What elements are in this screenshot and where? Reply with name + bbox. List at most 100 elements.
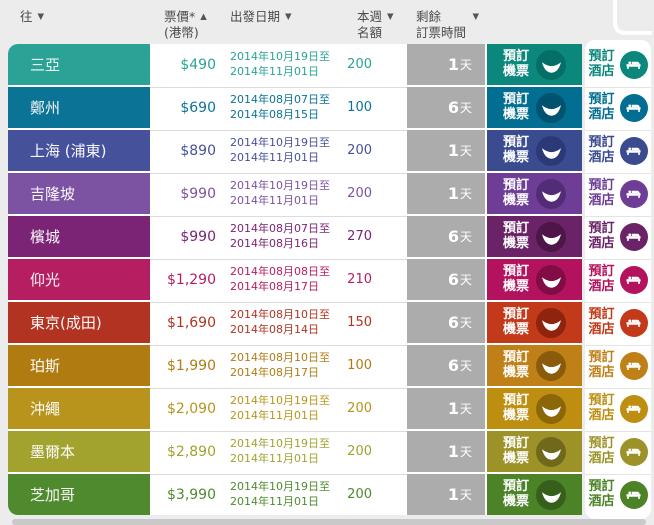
fare-price-cell: $1,690 bbox=[150, 302, 222, 343]
weekly-quota: 200 bbox=[347, 143, 372, 158]
book-flight-label: 預訂 機票 bbox=[502, 48, 529, 79]
header-destination[interactable]: 往 ▼ bbox=[8, 0, 150, 25]
weekly-quota-cell: 200 bbox=[342, 474, 372, 515]
book-hotel-button[interactable]: 預訂 酒店 bbox=[585, 388, 651, 429]
book-hotel-button[interactable]: 預訂 酒店 bbox=[585, 259, 651, 300]
sort-up-icon: ▲ bbox=[200, 11, 207, 22]
table-header: 往 ▼ 票價* ▲ (港幣) 出發日期 ▼ 本週 ▼ 名額 剩餘 ▼ 訂票時間 bbox=[8, 0, 651, 44]
weekly-quota: 200 bbox=[347, 487, 372, 502]
book-flight-label: 預訂 機票 bbox=[502, 306, 529, 337]
fare-row: 吉隆坡 $990 2014年10月19日至 2014年11月01日 200 1 天… bbox=[8, 173, 651, 214]
bed-icon bbox=[619, 437, 648, 466]
book-flight-button[interactable]: 預訂 機票 bbox=[487, 216, 582, 257]
book-hotel-label: 預訂 酒店 bbox=[588, 306, 615, 337]
book-flight-button[interactable]: 預訂 機票 bbox=[487, 173, 582, 214]
spacer-cell bbox=[372, 388, 407, 429]
header-departure-date[interactable]: 出發日期 ▼ bbox=[222, 0, 342, 25]
fare-price-cell: $1,990 bbox=[150, 345, 222, 386]
book-flight-label: 預訂 機票 bbox=[502, 91, 529, 122]
fare-row: 檳城 $990 2014年08月07日至 2014年08月16日 270 6 天 … bbox=[8, 216, 651, 257]
header-fare[interactable]: 票價* ▲ (港幣) bbox=[150, 0, 222, 42]
fare-price: $690 bbox=[180, 99, 216, 116]
book-hotel-button[interactable]: 預訂 酒店 bbox=[585, 216, 651, 257]
header-remaining-time-label2: 訂票時間 bbox=[416, 25, 467, 41]
book-hotel-button[interactable]: 預訂 酒店 bbox=[585, 173, 651, 214]
departure-date-cell: 2014年10月19日至 2014年11月01日 bbox=[222, 44, 342, 85]
bed-icon bbox=[619, 179, 648, 208]
book-flight-button[interactable]: 預訂 機票 bbox=[487, 130, 582, 171]
bed-icon bbox=[619, 394, 648, 423]
smile-icon bbox=[536, 393, 566, 424]
book-flight-button[interactable]: 預訂 機票 bbox=[487, 431, 582, 472]
remaining-days-unit: 天 bbox=[459, 273, 472, 287]
book-flight-button[interactable]: 預訂 機票 bbox=[487, 87, 582, 128]
book-hotel-button[interactable]: 預訂 酒店 bbox=[585, 44, 651, 85]
book-hotel-button[interactable]: 預訂 酒店 bbox=[585, 474, 651, 515]
fare-price-cell: $2,090 bbox=[150, 388, 222, 429]
departure-date-cell: 2014年08月10日至 2014年08月17日 bbox=[222, 345, 342, 386]
remaining-days: 1 bbox=[447, 442, 459, 461]
fare-row: 沖繩 $2,090 2014年10月19日至 2014年11月01日 200 1 … bbox=[8, 388, 651, 429]
destination-cell: 鄭州 bbox=[8, 87, 150, 128]
weekly-quota: 150 bbox=[347, 315, 372, 330]
departure-date-cell: 2014年10月19日至 2014年11月01日 bbox=[222, 388, 342, 429]
weekly-quota-cell: 200 bbox=[342, 130, 372, 171]
book-hotel-button[interactable]: 預訂 酒店 bbox=[585, 431, 651, 472]
spacer-cell bbox=[372, 173, 407, 214]
fare-price-cell: $990 bbox=[150, 173, 222, 214]
remaining-time-cell: 1 天 bbox=[407, 388, 487, 429]
departure-date-cell: 2014年10月19日至 2014年11月01日 bbox=[222, 130, 342, 171]
fare-price: $1,290 bbox=[167, 271, 216, 288]
book-hotel-button[interactable]: 預訂 酒店 bbox=[585, 87, 651, 128]
departure-date-range: 2014年08月10日至 2014年08月17日 bbox=[230, 351, 330, 379]
spacer-cell bbox=[372, 302, 407, 343]
bottom-scrollbar[interactable] bbox=[12, 519, 646, 525]
book-flight-label: 預訂 機票 bbox=[502, 392, 529, 423]
spacer-cell bbox=[372, 345, 407, 386]
departure-date-cell: 2014年08月07日至 2014年08月15日 bbox=[222, 87, 342, 128]
remaining-days-unit: 天 bbox=[459, 402, 472, 416]
book-flight-button[interactable]: 預訂 機票 bbox=[487, 345, 582, 386]
book-hotel-label: 預訂 酒店 bbox=[588, 91, 615, 122]
book-flight-button[interactable]: 預訂 機票 bbox=[487, 44, 582, 85]
header-weekly-quota-label2: 名額 bbox=[357, 25, 383, 41]
weekly-quota: 100 bbox=[347, 358, 372, 373]
header-fare-label: 票價* bbox=[164, 9, 196, 24]
remaining-days: 6 bbox=[447, 356, 459, 375]
book-hotel-button[interactable]: 預訂 酒店 bbox=[585, 302, 651, 343]
fare-price: $890 bbox=[180, 142, 216, 159]
book-flight-button[interactable]: 預訂 機票 bbox=[487, 474, 582, 515]
sort-down-icon: ▼ bbox=[472, 11, 479, 22]
book-hotel-button[interactable]: 預訂 酒店 bbox=[585, 345, 651, 386]
fare-row: 仰光 $1,290 2014年08月08日至 2014年08月17日 210 6 … bbox=[8, 259, 651, 300]
bed-icon bbox=[619, 222, 648, 251]
bed-icon bbox=[619, 50, 648, 79]
weekly-quota-cell: 100 bbox=[342, 345, 372, 386]
fare-price: $990 bbox=[180, 185, 216, 202]
header-weekly-quota[interactable]: 本週 ▼ 名額 bbox=[342, 0, 407, 42]
remaining-time-cell: 1 天 bbox=[407, 44, 487, 85]
departure-date-range: 2014年10月19日至 2014年11月01日 bbox=[230, 136, 330, 164]
weekly-quota: 100 bbox=[347, 100, 372, 115]
header-destination-label: 往 bbox=[20, 9, 33, 24]
book-hotel-label: 預訂 酒店 bbox=[588, 478, 615, 509]
book-flight-label: 預訂 機票 bbox=[502, 220, 529, 251]
bed-icon bbox=[619, 308, 648, 337]
smile-icon bbox=[536, 221, 566, 252]
spacer-cell bbox=[372, 259, 407, 300]
spacer-cell bbox=[372, 216, 407, 257]
fare-price: $2,890 bbox=[167, 443, 216, 460]
remaining-days-unit: 天 bbox=[459, 58, 472, 72]
book-hotel-button[interactable]: 預訂 酒店 bbox=[585, 130, 651, 171]
smile-icon bbox=[536, 436, 566, 467]
remaining-days: 6 bbox=[447, 313, 459, 332]
header-remaining-time[interactable]: 剩餘 ▼ 訂票時間 bbox=[407, 0, 487, 42]
fare-price: $3,990 bbox=[167, 486, 216, 503]
spacer-cell bbox=[372, 474, 407, 515]
book-flight-button[interactable]: 預訂 機票 bbox=[487, 259, 582, 300]
book-flight-button[interactable]: 預訂 機票 bbox=[487, 388, 582, 429]
fare-table-page: 往 ▼ 票價* ▲ (港幣) 出發日期 ▼ 本週 ▼ 名額 剩餘 ▼ 訂票時間 … bbox=[0, 0, 654, 525]
book-flight-button[interactable]: 預訂 機票 bbox=[487, 302, 582, 343]
departure-date-range: 2014年08月07日至 2014年08月16日 bbox=[230, 222, 330, 250]
departure-date-range: 2014年08月08日至 2014年08月17日 bbox=[230, 265, 330, 293]
